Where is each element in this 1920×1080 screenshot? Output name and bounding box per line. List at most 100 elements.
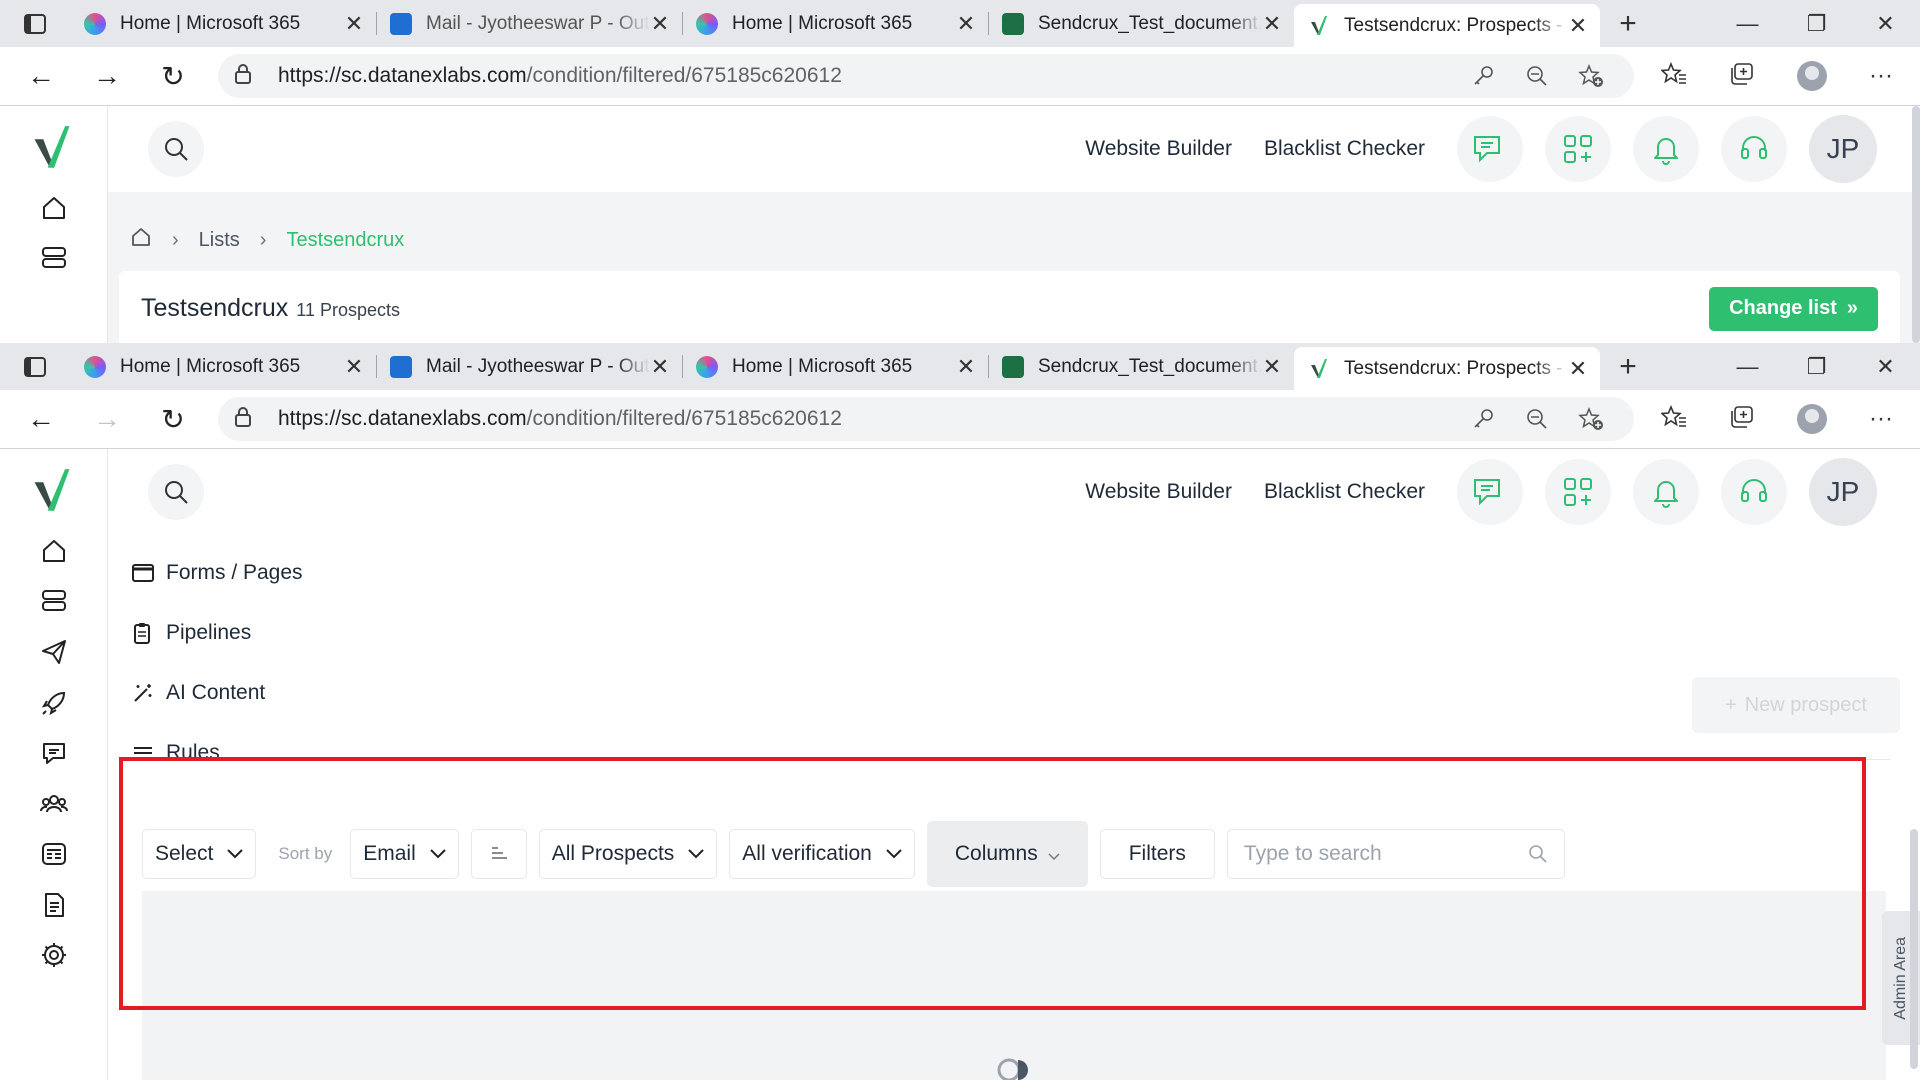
sort-field-dropdown[interactable]: Email <box>350 829 459 879</box>
templates-icon[interactable] <box>40 840 68 868</box>
close-tab-icon[interactable]: ✕ <box>956 11 976 37</box>
close-tab-icon[interactable]: ✕ <box>1262 11 1282 37</box>
address-bar[interactable]: https://sc.datanexlabs.com/condition/fil… <box>218 54 1634 98</box>
apps-icon[interactable] <box>1545 459 1611 525</box>
document-icon[interactable] <box>40 891 68 919</box>
prospects-filter-dropdown[interactable]: All Prospects <box>538 829 718 879</box>
browser-tab[interactable]: Home | Microsoft 365 ✕ <box>682 343 988 390</box>
browser-tab[interactable]: Home | Microsoft 365 ✕ <box>70 0 376 47</box>
browser-tab[interactable]: Mail - Jyotheeswar P - Outlook ✕ <box>376 343 682 390</box>
close-tab-icon[interactable]: ✕ <box>1568 356 1588 382</box>
support-headset-icon[interactable] <box>1721 116 1787 182</box>
tab-actions-icon[interactable] <box>0 343 70 390</box>
close-tab-icon[interactable]: ✕ <box>1568 13 1588 39</box>
url-text[interactable]: https://sc.datanexlabs.com/condition/fil… <box>278 407 1456 431</box>
browser-tab-active[interactable]: Testsendcrux: Prospects - Sendcrux ✕ <box>1294 4 1600 47</box>
lists-icon[interactable] <box>40 244 68 272</box>
restore-icon[interactable]: ❐ <box>1782 343 1851 390</box>
home-icon[interactable] <box>40 537 68 565</box>
breadcrumb-lists[interactable]: Lists <box>199 229 240 252</box>
close-tab-icon[interactable]: ✕ <box>956 354 976 380</box>
minimize-icon[interactable]: — <box>1713 0 1782 47</box>
back-icon[interactable]: ← <box>8 403 74 435</box>
close-tab-icon[interactable]: ✕ <box>650 354 670 380</box>
chat-icon[interactable] <box>1457 459 1523 525</box>
new-prospect-button[interactable]: + New prospect <box>1692 677 1900 733</box>
blacklist-checker-link[interactable]: Blacklist Checker <box>1264 480 1425 504</box>
favorites-icon[interactable] <box>1660 61 1687 91</box>
browser-tab[interactable]: Home | Microsoft 365 ✕ <box>70 343 376 390</box>
browser-tab[interactable]: Sendcrux_Test_document.xlsx ✕ <box>988 343 1294 390</box>
profile-avatar[interactable] <box>1797 404 1827 434</box>
zoom-out-icon[interactable] <box>1510 408 1564 430</box>
menu-item-pipelines[interactable]: Pipelines <box>132 621 251 645</box>
add-favorite-icon[interactable] <box>1564 407 1618 431</box>
user-avatar[interactable]: JP <box>1809 458 1877 526</box>
more-icon[interactable]: ··· <box>1869 405 1893 433</box>
website-builder-link[interactable]: Website Builder <box>1085 137 1232 161</box>
browser-tab-active[interactable]: Testsendcrux: Prospects - Sendcrux ✕ <box>1294 347 1600 390</box>
profile-avatar[interactable] <box>1797 61 1827 91</box>
close-tab-icon[interactable]: ✕ <box>650 11 670 37</box>
collections-icon[interactable] <box>1729 62 1755 91</box>
scrollbar[interactable] <box>1912 106 1920 343</box>
support-headset-icon[interactable] <box>1721 459 1787 525</box>
apps-icon[interactable] <box>1545 116 1611 182</box>
close-tab-icon[interactable]: ✕ <box>344 11 364 37</box>
refresh-icon[interactable]: ↻ <box>140 403 206 436</box>
change-list-button[interactable]: Change list » <box>1709 286 1878 331</box>
columns-button[interactable]: Columns <box>926 821 1088 887</box>
menu-item-rules[interactable]: Rules <box>132 741 220 765</box>
sendcrux-logo[interactable] <box>28 124 76 177</box>
close-window-icon[interactable]: ✕ <box>1851 0 1920 47</box>
back-icon[interactable]: ← <box>8 60 74 92</box>
user-avatar[interactable]: JP <box>1809 115 1877 183</box>
browser-tab[interactable]: Mail - Jyotheeswar P - Outlook ✕ <box>376 0 682 47</box>
scrollbar[interactable] <box>1910 829 1918 1069</box>
menu-item-ai-content[interactable]: AI Content <box>132 681 265 705</box>
chat-icon[interactable] <box>1457 116 1523 182</box>
zoom-out-icon[interactable] <box>1510 65 1564 87</box>
new-tab-icon[interactable]: + <box>1600 0 1656 47</box>
home-breadcrumb-icon[interactable] <box>130 226 152 254</box>
key-icon[interactable] <box>1456 408 1510 430</box>
collections-icon[interactable] <box>1729 405 1755 434</box>
menu-item-forms-pages[interactable]: Forms / Pages <box>132 561 303 585</box>
forward-icon[interactable]: → <box>74 403 140 435</box>
add-favorite-icon[interactable] <box>1564 64 1618 88</box>
home-icon[interactable] <box>40 194 68 222</box>
url-text[interactable]: https://sc.datanexlabs.com/condition/fil… <box>278 64 1456 88</box>
key-icon[interactable] <box>1456 65 1510 87</box>
browser-tab[interactable]: Sendcrux_Test_document.xlsx ✕ <box>988 0 1294 47</box>
filters-button[interactable]: Filters <box>1099 829 1215 879</box>
close-window-icon[interactable]: ✕ <box>1851 343 1920 390</box>
more-icon[interactable]: ··· <box>1869 62 1893 90</box>
favorites-icon[interactable] <box>1660 404 1687 434</box>
address-bar[interactable]: https://sc.datanexlabs.com/condition/fil… <box>218 397 1634 441</box>
select-dropdown[interactable]: Select <box>142 829 257 879</box>
users-icon[interactable] <box>40 790 68 818</box>
bell-icon[interactable] <box>1633 116 1699 182</box>
minimize-icon[interactable]: — <box>1713 343 1782 390</box>
lists-icon[interactable] <box>40 587 68 615</box>
gear-icon[interactable] <box>40 941 68 969</box>
browser-tab[interactable]: Home | Microsoft 365 ✕ <box>682 0 988 47</box>
verification-filter-dropdown[interactable]: All verification <box>729 829 915 879</box>
refresh-icon[interactable]: ↻ <box>140 60 206 93</box>
lock-icon[interactable] <box>234 63 256 90</box>
bell-icon[interactable] <box>1633 459 1699 525</box>
restore-icon[interactable]: ❐ <box>1782 0 1851 47</box>
close-tab-icon[interactable]: ✕ <box>344 354 364 380</box>
website-builder-link[interactable]: Website Builder <box>1085 480 1232 504</box>
search-input[interactable]: Type to search <box>1226 829 1565 879</box>
new-tab-icon[interactable]: + <box>1600 343 1656 390</box>
send-icon[interactable] <box>40 638 68 666</box>
sort-order-button[interactable] <box>470 829 527 879</box>
sendcrux-logo[interactable] <box>28 467 76 520</box>
rocket-icon[interactable] <box>40 689 68 717</box>
tab-actions-icon[interactable] <box>0 0 70 47</box>
search-icon[interactable] <box>148 464 204 520</box>
blacklist-checker-link[interactable]: Blacklist Checker <box>1264 137 1425 161</box>
search-icon[interactable] <box>148 121 204 177</box>
forward-icon[interactable]: → <box>74 60 140 92</box>
